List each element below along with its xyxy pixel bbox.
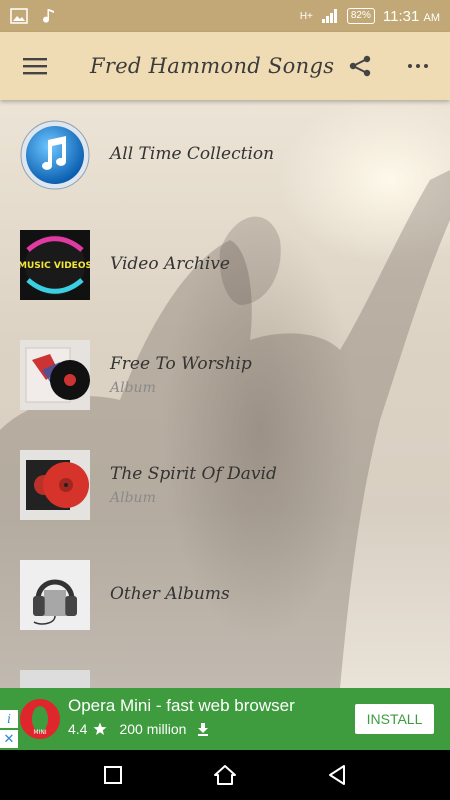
status-bar: H+ 82% 11:31 AM	[0, 0, 450, 32]
recents-square-icon	[104, 766, 122, 784]
image-icon	[10, 8, 28, 24]
list-item-title: Video Archive	[110, 254, 230, 274]
home-triangle-icon	[214, 765, 236, 785]
ad-meta: 4.4 200 million	[68, 721, 210, 737]
more-vert-icon	[408, 64, 428, 68]
opera-logo-icon: MINI	[20, 699, 60, 739]
back-button[interactable]	[323, 762, 351, 788]
app-bar: Fred Hammond Songs	[0, 32, 450, 100]
menu-icon	[23, 58, 47, 75]
share-icon	[349, 55, 371, 77]
network-type-label: H+	[299, 10, 313, 22]
back-triangle-icon	[329, 765, 345, 785]
song-list: All Time Collection MUSIC VIDEOS Video A…	[0, 100, 450, 688]
home-button[interactable]	[211, 762, 239, 788]
list-item-text: Other Albums	[110, 584, 230, 604]
list-item-text: Free To Worship Album	[110, 354, 252, 396]
recents-button[interactable]	[99, 762, 127, 788]
list-item-text: All Time Collection	[110, 144, 274, 164]
list-item-title: Other Albums	[110, 584, 230, 604]
list-item[interactable]: The Spirit Of David Album	[0, 430, 450, 540]
list-item[interactable]: Free To Worship Album	[0, 320, 450, 430]
list-item[interactable]: MUSIC VIDEOS Video Archive	[0, 210, 450, 320]
ad-rating: 4.4	[68, 721, 88, 737]
navigation-bar	[0, 750, 450, 800]
clock-ampm: AM	[423, 11, 441, 24]
music-videos-icon: MUSIC VIDEOS	[20, 230, 90, 300]
svg-text:MINI: MINI	[33, 729, 46, 736]
share-button[interactable]	[340, 46, 380, 86]
status-right: H+ 82% 11:31 AM	[300, 8, 440, 25]
info-icon[interactable]: i	[0, 710, 18, 728]
headphones-icon	[20, 560, 90, 630]
battery-indicator: 82%	[346, 8, 375, 24]
list-item-subtitle: Album	[110, 380, 156, 396]
list-item-title: Free To Worship	[110, 354, 252, 374]
close-icon[interactable]: ✕	[0, 730, 18, 748]
list-item-title: All Time Collection	[110, 144, 275, 164]
ad-banner[interactable]: i ✕ MINI Opera Mini - fast web browser 4…	[0, 688, 450, 750]
list-item-text: The Spirit Of David Album	[110, 464, 277, 506]
list-item-subtitle: Album	[110, 490, 156, 506]
status-left	[10, 8, 58, 24]
signal-icon	[321, 9, 337, 23]
download-icon	[198, 723, 209, 736]
list-item-title: The Spirit Of David	[110, 464, 277, 484]
list-item[interactable]: All Time Collection	[0, 100, 450, 210]
star-icon	[93, 722, 107, 735]
app-title: Fred Hammond Songs	[90, 54, 335, 78]
clock: 11:31 AM	[383, 8, 440, 25]
music-note-status-icon	[43, 9, 54, 23]
video-thumb-label: MUSIC VIDEOS	[20, 261, 90, 271]
red-vinyl-icon	[20, 450, 90, 520]
ad-title: Opera Mini - fast web browser	[68, 696, 295, 715]
list-item-text: Video Archive	[110, 254, 230, 274]
menu-button[interactable]	[0, 32, 70, 100]
music-note-icon	[20, 120, 90, 190]
vinyl-record-icon	[20, 340, 90, 410]
more-options-button[interactable]	[398, 46, 438, 86]
clock-time: 11:31	[382, 7, 420, 25]
list-item[interactable]: Other Albums	[0, 540, 450, 650]
list-item-thumbnail	[20, 670, 90, 688]
list-item[interactable]	[0, 650, 450, 688]
install-button[interactable]: INSTALL	[355, 704, 434, 734]
ad-downloads: 200 million	[119, 721, 187, 737]
